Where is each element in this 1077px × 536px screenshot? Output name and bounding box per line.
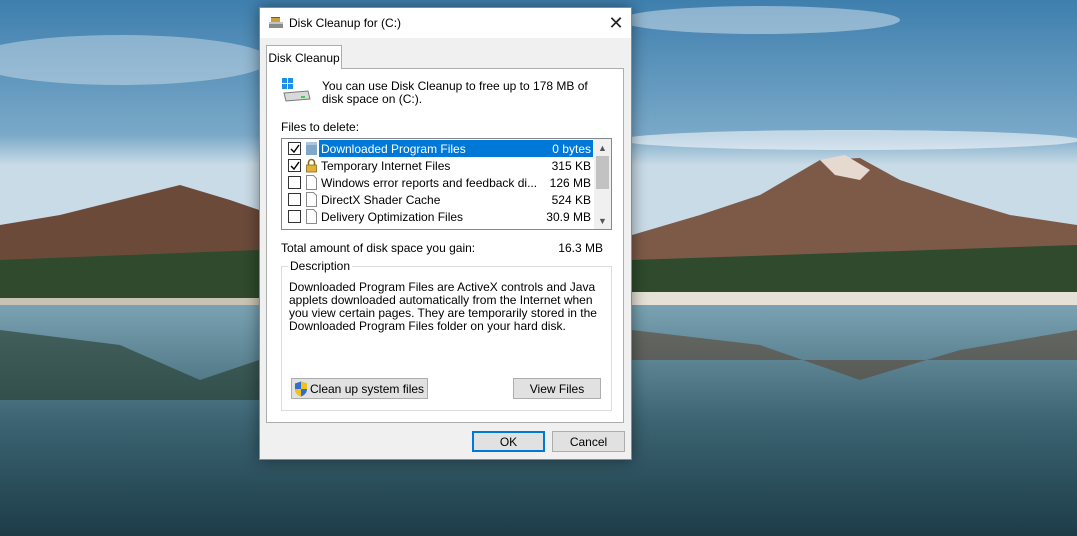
file-size: 126 MB [549,176,591,190]
ok-button[interactable]: OK [472,431,545,452]
scrollbar-thumb[interactable] [596,156,609,189]
checkmark-icon [290,144,300,153]
view-files-label: View Files [529,381,585,396]
description-legend: Description [288,259,353,273]
file-name: Downloaded Program Files [321,142,466,156]
tab-disk-cleanup[interactable]: Disk Cleanup [266,45,342,69]
disk-cleanup-icon [269,17,283,28]
file-name: DirectX Shader Cache [321,193,441,207]
clean-up-system-files-button[interactable]: Clean up system files [291,378,428,399]
file-icon [306,192,317,207]
file-row-windows-error-reports[interactable]: Windows error reports and feedback di...… [283,174,595,191]
cancel-button[interactable]: Cancel [552,431,625,452]
uac-shield-icon [295,381,307,396]
view-files-button[interactable]: View Files [513,378,601,399]
file-row-downloaded-program-files[interactable]: Downloaded Program Files 0 bytes [283,140,595,157]
checkbox-windows-error-reports[interactable] [288,176,301,189]
close-icon: ✕ [608,12,624,33]
checkbox-temporary-internet-files[interactable] [288,159,301,172]
scroll-down-arrow-icon[interactable]: ▼ [594,212,611,229]
window-title: Disk Cleanup for (C:) [289,16,402,30]
disk-cleanup-dialog: Disk Cleanup for (C:) ✕ Disk Cleanup You… [259,7,632,460]
tab-panel: You can use Disk Cleanup to free up to 1… [266,68,624,423]
files-to-delete-label: Files to delete: [281,120,360,134]
file-size: 524 KB [551,193,591,207]
lock-icon [306,158,317,173]
file-size: 315 KB [551,159,591,173]
total-space-value: 16.3 MB [558,241,603,255]
drive-icon [282,78,311,102]
file-row-temporary-internet-files[interactable]: Temporary Internet Files 315 KB [283,157,595,174]
file-icon [306,209,317,224]
file-name: Windows error reports and feedback di... [321,176,538,190]
file-name: Delivery Optimization Files [321,210,464,224]
file-row-delivery-optimization-files[interactable]: Delivery Optimization Files 30.9 MB [283,208,595,225]
scroll-up-arrow-icon[interactable]: ▲ [594,139,611,156]
file-row-directx-shader-cache[interactable]: DirectX Shader Cache 524 KB [283,191,595,208]
clean-up-system-files-label: Clean up system files [310,381,425,396]
file-name: Temporary Internet Files [321,159,451,173]
vertical-scrollbar[interactable]: ▲ ▼ [594,139,611,229]
checkbox-directx-shader-cache[interactable] [288,193,301,206]
total-space-label: Total amount of disk space you gain: [281,241,476,255]
description-text: Downloaded Program Files are ActiveX con… [289,280,597,333]
file-icon [306,175,317,190]
checkmark-icon [290,161,300,170]
folder-icon [306,142,317,155]
intro-text: You can use Disk Cleanup to free up to 1… [322,79,588,106]
close-button[interactable]: ✕ [601,8,631,38]
cancel-label: Cancel [569,434,608,449]
checkbox-delivery-optimization-files[interactable] [288,210,301,223]
file-size: 30.9 MB [546,210,591,224]
title-bar[interactable]: Disk Cleanup for (C:) ✕ [260,8,631,38]
files-listbox[interactable]: Downloaded Program Files 0 bytes Tempora… [281,138,612,230]
tab-label: Disk Cleanup [268,50,340,65]
file-size: 0 bytes [552,142,591,156]
ok-label: OK [499,434,518,449]
checkbox-downloaded-program-files[interactable] [288,142,301,155]
